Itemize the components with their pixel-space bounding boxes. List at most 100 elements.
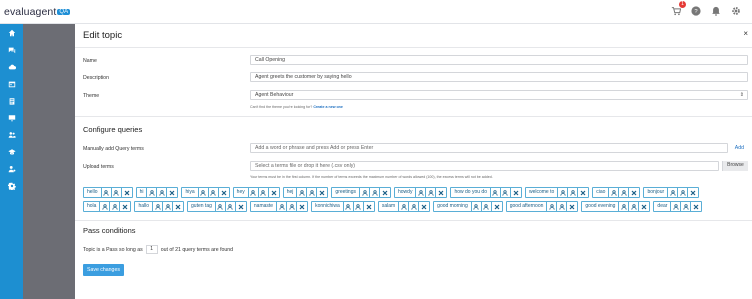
speaker-customer-icon[interactable]: [287, 202, 298, 211]
speaker-agent-icon[interactable]: [277, 202, 288, 211]
remove-term-icon[interactable]: [269, 188, 279, 197]
cloud-icon[interactable]: [0, 58, 23, 75]
remove-term-icon[interactable]: [364, 202, 374, 211]
speaker-customer-icon[interactable]: [370, 188, 380, 197]
theme-select[interactable]: Agent Behaviour ⇕: [250, 90, 748, 100]
remove-term-icon[interactable]: [120, 202, 130, 211]
name-label: Name: [83, 58, 97, 64]
remove-term-icon[interactable]: [511, 188, 521, 197]
add-term-button[interactable]: Add: [735, 145, 744, 151]
chat-icon[interactable]: [0, 41, 23, 58]
speaker-agent-icon[interactable]: [609, 188, 620, 197]
speaker-customer-icon[interactable]: [482, 202, 492, 211]
nav-gear-icon[interactable]: [0, 177, 23, 194]
remove-term-icon[interactable]: [236, 202, 246, 211]
cart-icon[interactable]: 1: [670, 1, 686, 17]
remove-term-icon[interactable]: [167, 188, 177, 197]
speaker-agent-icon[interactable]: [416, 188, 427, 197]
pass-conditions-heading: Pass conditions: [83, 226, 136, 235]
speaker-customer-icon[interactable]: [681, 202, 692, 211]
clipboard-icon[interactable]: [0, 92, 23, 109]
speaker-agent-icon[interactable]: [249, 188, 259, 197]
remove-term-icon[interactable]: [173, 202, 183, 211]
speaker-agent-icon[interactable]: [491, 188, 501, 197]
remove-term-icon[interactable]: [436, 188, 446, 197]
speaker-agent-icon[interactable]: [472, 202, 482, 211]
remove-term-icon[interactable]: [219, 188, 229, 197]
query-term-text: dear: [654, 202, 672, 211]
user-settings-icon[interactable]: [0, 160, 23, 177]
speaker-customer-icon[interactable]: [209, 188, 219, 197]
help-icon[interactable]: ?: [690, 5, 702, 17]
speaker-customer-icon[interactable]: [426, 188, 437, 197]
bell-icon[interactable]: [710, 5, 722, 17]
theme-hint-text: Can't find the theme you're looking for?: [250, 105, 313, 109]
speaker-agent-icon[interactable]: [547, 202, 558, 211]
home-icon[interactable]: [0, 24, 23, 41]
speaker-customer-icon[interactable]: [112, 188, 122, 197]
query-term-text: greetings: [332, 188, 360, 197]
speaker-agent-icon[interactable]: [216, 202, 226, 211]
remove-term-icon[interactable]: [122, 188, 132, 197]
pass-count-input[interactable]: 1: [145, 245, 158, 254]
query-term-chip: hi: [135, 187, 179, 198]
save-changes-button[interactable]: Save changes: [83, 264, 124, 276]
description-field[interactable]: Agent greets the customer by saying hell…: [250, 72, 748, 82]
speaker-customer-icon[interactable]: [307, 188, 318, 197]
speaker-agent-icon[interactable]: [297, 188, 308, 197]
remove-term-icon[interactable]: [688, 188, 698, 197]
pass-suffix: out of 21 query terms are found: [160, 246, 234, 253]
speaker-agent-icon[interactable]: [344, 202, 354, 211]
speaker-agent-icon[interactable]: [153, 202, 164, 211]
speaker-agent-icon[interactable]: [619, 202, 630, 211]
speaker-customer-icon[interactable]: [163, 202, 174, 211]
users-icon[interactable]: [0, 126, 23, 143]
speaker-agent-icon[interactable]: [360, 188, 370, 197]
speaker-customer-icon[interactable]: [157, 188, 168, 197]
speaker-customer-icon[interactable]: [557, 202, 568, 211]
speaker-customer-icon[interactable]: [259, 188, 269, 197]
settings-gear-icon[interactable]: [730, 5, 742, 17]
name-field[interactable]: Call Opening: [250, 55, 748, 65]
speaker-agent-icon[interactable]: [671, 202, 682, 211]
speaker-agent-icon[interactable]: [399, 202, 410, 211]
create-theme-link[interactable]: Create a new one: [313, 105, 343, 109]
logo[interactable]: evaluagent QA: [4, 6, 71, 18]
remove-term-icon[interactable]: [639, 202, 649, 211]
speaker-agent-icon[interactable]: [558, 188, 569, 197]
remove-term-icon[interactable]: [691, 202, 701, 211]
query-term-chip: good evening: [581, 201, 651, 212]
speaker-customer-icon[interactable]: [354, 202, 364, 211]
speaker-customer-icon[interactable]: [501, 188, 511, 197]
speaker-agent-icon[interactable]: [102, 188, 112, 197]
remove-term-icon[interactable]: [419, 202, 429, 211]
speaker-agent-icon[interactable]: [100, 202, 111, 211]
remove-term-icon[interactable]: [492, 202, 502, 211]
monitor-icon[interactable]: [0, 109, 23, 126]
query-term-chip: hiya: [181, 187, 230, 198]
upload-terms-dropzone[interactable]: Select a terms file or drop it here (.cs…: [250, 161, 719, 171]
close-icon[interactable]: ×: [743, 29, 748, 38]
query-term-text: how do you do: [451, 188, 491, 197]
remove-term-icon[interactable]: [567, 202, 577, 211]
speaker-customer-icon[interactable]: [226, 202, 236, 211]
speaker-agent-icon[interactable]: [199, 188, 209, 197]
calendar-icon[interactable]: [0, 75, 23, 92]
speaker-customer-icon[interactable]: [568, 188, 579, 197]
speaker-agent-icon[interactable]: [668, 188, 679, 197]
remove-term-icon[interactable]: [297, 202, 307, 211]
speaker-customer-icon[interactable]: [619, 188, 630, 197]
speaker-agent-icon[interactable]: [147, 188, 158, 197]
query-term-input[interactable]: Add a word or phrase and press Add or pr…: [250, 143, 728, 153]
speaker-customer-icon[interactable]: [678, 188, 689, 197]
remove-term-icon[interactable]: [629, 188, 639, 197]
remove-term-icon[interactable]: [317, 188, 327, 197]
query-term-text: welcome to: [526, 188, 559, 197]
speaker-customer-icon[interactable]: [409, 202, 420, 211]
speaker-customer-icon[interactable]: [110, 202, 121, 211]
remove-term-icon[interactable]: [578, 188, 588, 197]
remove-term-icon[interactable]: [380, 188, 390, 197]
graduation-icon[interactable]: [0, 143, 23, 160]
speaker-customer-icon[interactable]: [629, 202, 640, 211]
browse-button[interactable]: Browse: [722, 161, 748, 171]
